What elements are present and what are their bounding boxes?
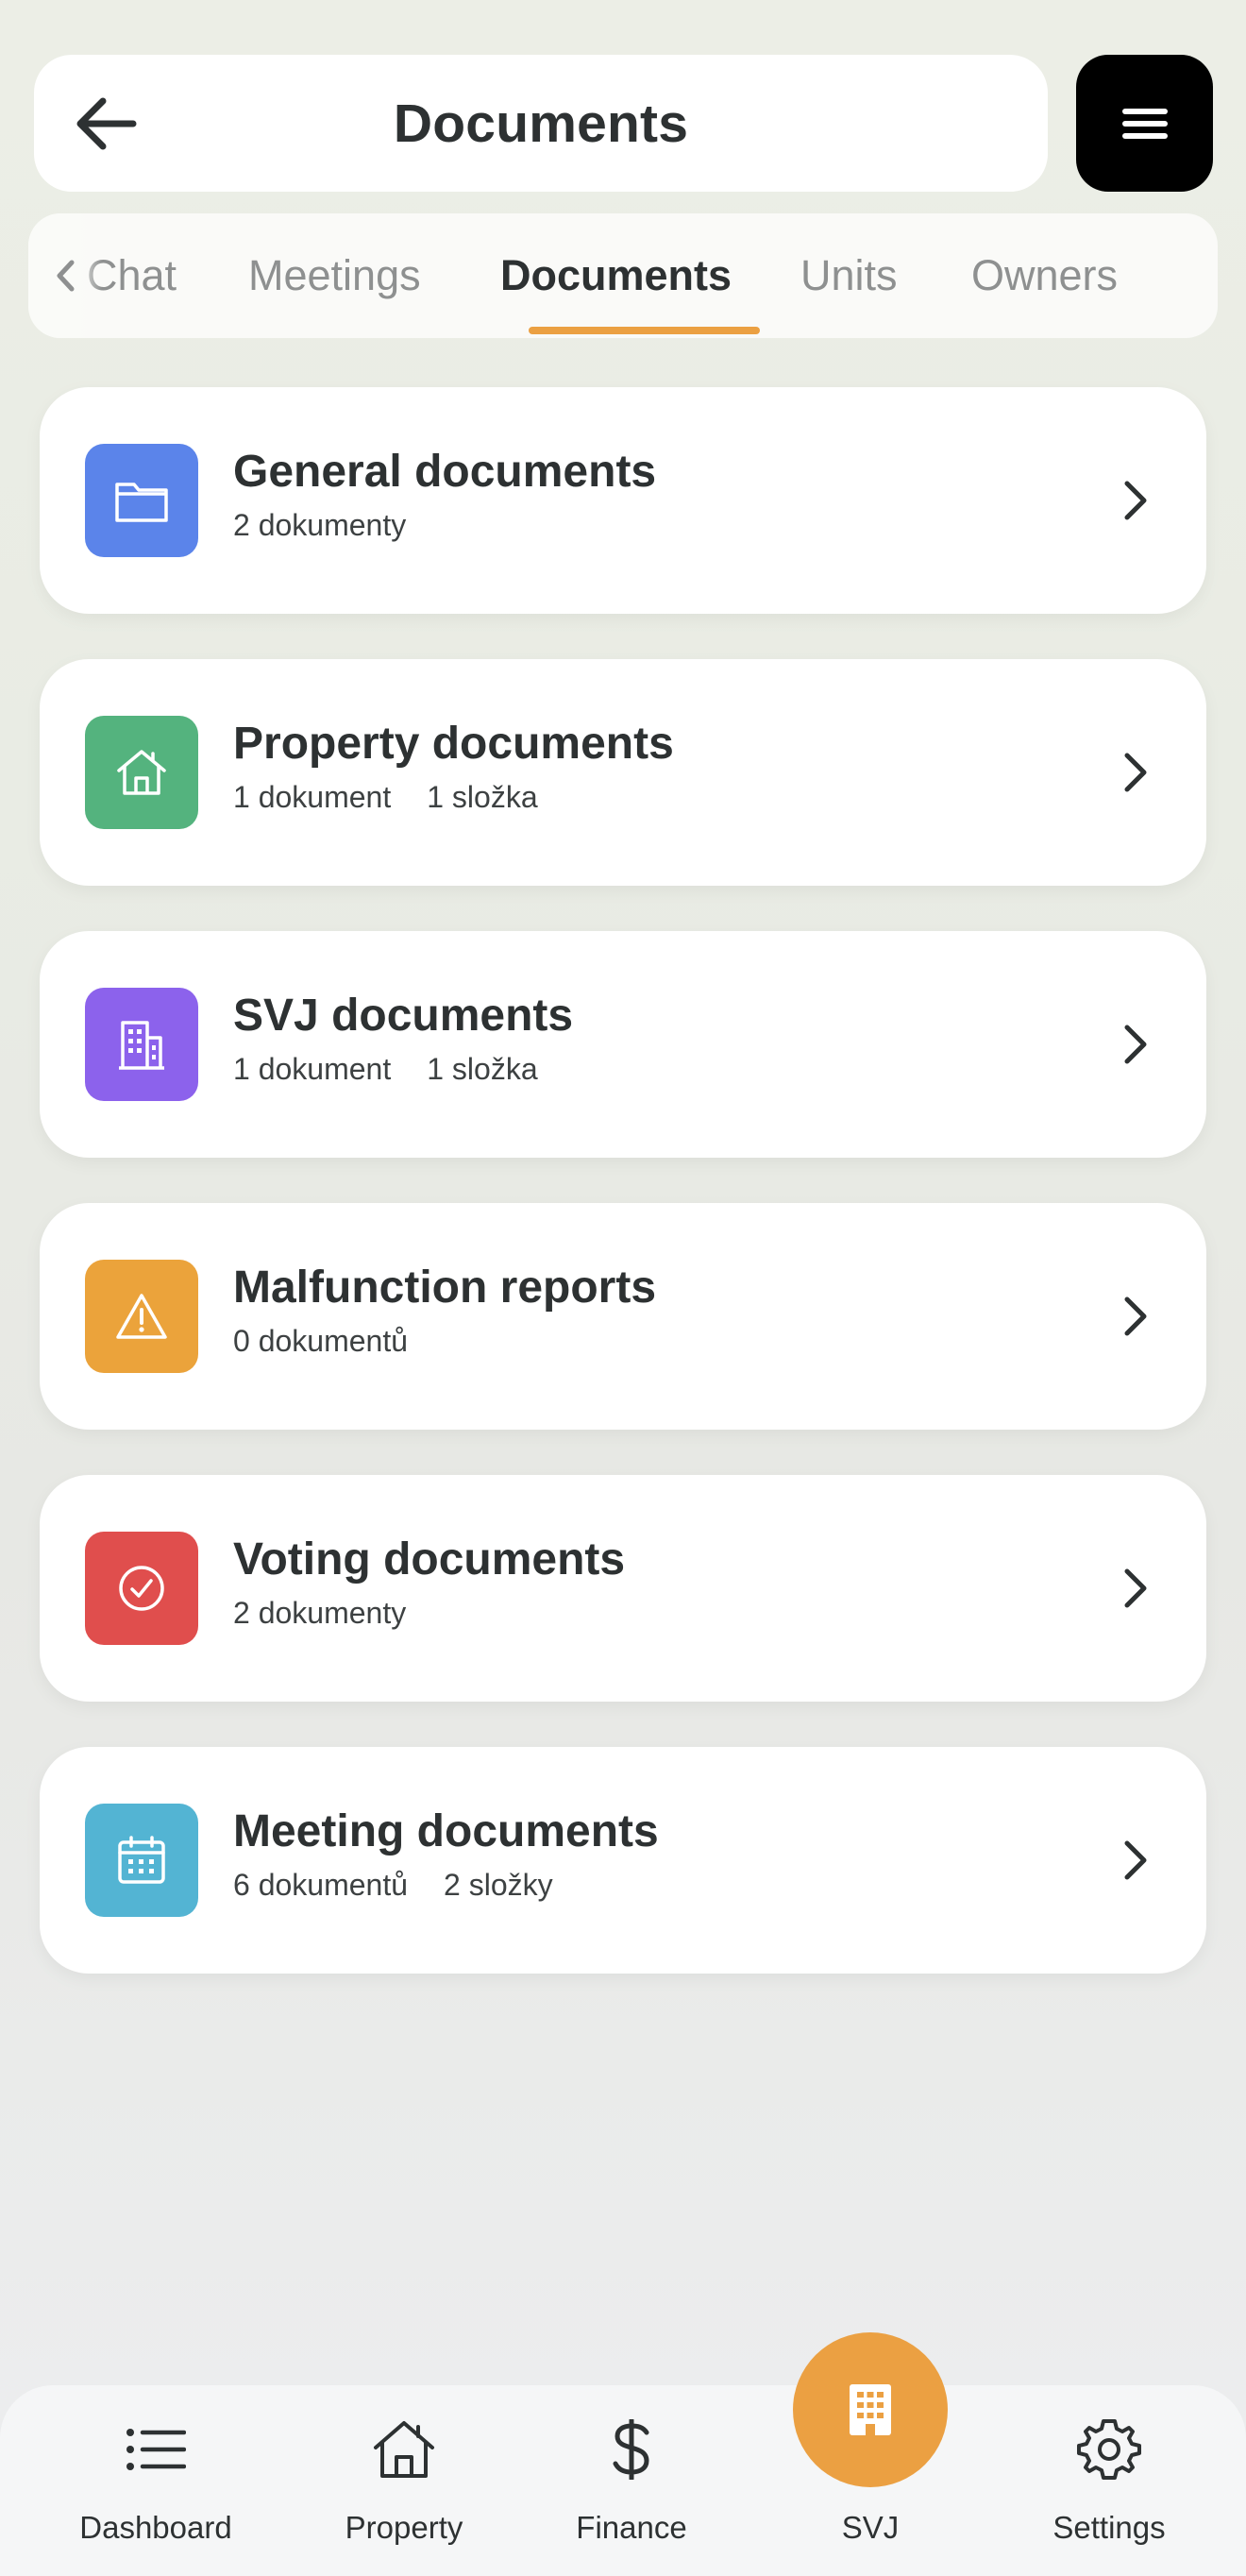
tab-units[interactable]: Units — [800, 213, 898, 338]
nav-settings[interactable]: Settings — [1005, 2385, 1213, 2576]
chevron-right-icon — [1124, 753, 1147, 792]
chevron-right-icon — [1124, 481, 1147, 520]
nav-label: Finance — [576, 2510, 687, 2545]
nav-property[interactable]: Property — [300, 2385, 508, 2576]
svj-fab-button[interactable] — [793, 2332, 948, 2487]
card-title: Voting documents — [233, 1534, 626, 1585]
tab-documents[interactable]: Documents — [500, 213, 732, 338]
nav-label: SVJ — [841, 2510, 900, 2545]
card-title: Malfunction reports — [233, 1263, 657, 1313]
category-card-meeting[interactable]: Meeting documents 6 dokumentů 2 složky — [40, 1747, 1206, 1974]
nav-label: Property — [345, 2510, 463, 2545]
section-tabs: Chat Meetings Documents Units Owners — [28, 213, 1218, 338]
card-title: SVJ documents — [233, 991, 574, 1041]
card-meta: 0 dokumentů — [233, 1324, 409, 1358]
warning-icon — [85, 1260, 198, 1373]
arrow-left-icon — [76, 97, 137, 149]
category-card-property[interactable]: Property documents 1 dokument 1 složka — [40, 659, 1206, 886]
gear-icon — [1073, 2414, 1145, 2485]
menu-button[interactable] — [1076, 55, 1213, 192]
category-card-svj[interactable]: SVJ documents 1 dokument 1 složka — [40, 931, 1206, 1158]
chevron-left-icon — [57, 260, 75, 292]
house-icon — [368, 2414, 440, 2485]
card-meta: 1 dokument 1 složka — [233, 1052, 538, 1086]
tab-meetings[interactable]: Meetings — [248, 213, 421, 338]
chevron-right-icon — [1124, 1568, 1147, 1608]
dollar-icon — [596, 2414, 667, 2485]
chevron-right-icon — [1124, 1840, 1147, 1880]
category-card-malfunction[interactable]: Malfunction reports 0 dokumentů — [40, 1203, 1206, 1430]
chevron-right-icon — [1124, 1296, 1147, 1336]
building-icon — [85, 988, 198, 1101]
bottom-nav: Dashboard Property Finance SVJ Settings — [0, 2385, 1246, 2576]
back-button[interactable] — [68, 86, 143, 161]
category-card-general[interactable]: General documents 2 dokumenty — [40, 387, 1206, 614]
card-meta: 2 dokumenty — [233, 508, 407, 542]
card-title: Property documents — [233, 719, 674, 769]
card-meta: 6 dokumentů 2 složky — [233, 1868, 553, 1902]
nav-label: Dashboard — [79, 2510, 232, 2545]
category-card-voting[interactable]: Voting documents 2 dokumenty — [40, 1475, 1206, 1702]
nav-finance[interactable]: Finance — [528, 2385, 735, 2576]
card-title: General documents — [233, 447, 657, 497]
card-title: Meeting documents — [233, 1806, 659, 1856]
header-bar: Documents — [34, 55, 1048, 192]
chevron-right-icon — [1124, 1025, 1147, 1064]
list-icon — [120, 2414, 192, 2485]
house-icon — [85, 716, 198, 829]
building-icon — [850, 2384, 891, 2435]
check-circle-icon — [85, 1532, 198, 1645]
active-tab-indicator — [529, 327, 760, 334]
folder-icon — [85, 444, 198, 557]
card-meta: 1 dokument 1 složka — [233, 780, 538, 814]
page-title: Documents — [393, 93, 689, 154]
hamburger-icon — [1121, 108, 1168, 139]
nav-dashboard[interactable]: Dashboard — [52, 2385, 260, 2576]
calendar-icon — [85, 1804, 198, 1917]
tab-owners[interactable]: Owners — [971, 213, 1118, 338]
nav-label: Settings — [1052, 2510, 1166, 2545]
tabs-scroll-left-button[interactable] — [28, 213, 102, 338]
card-meta: 2 dokumenty — [233, 1596, 407, 1630]
